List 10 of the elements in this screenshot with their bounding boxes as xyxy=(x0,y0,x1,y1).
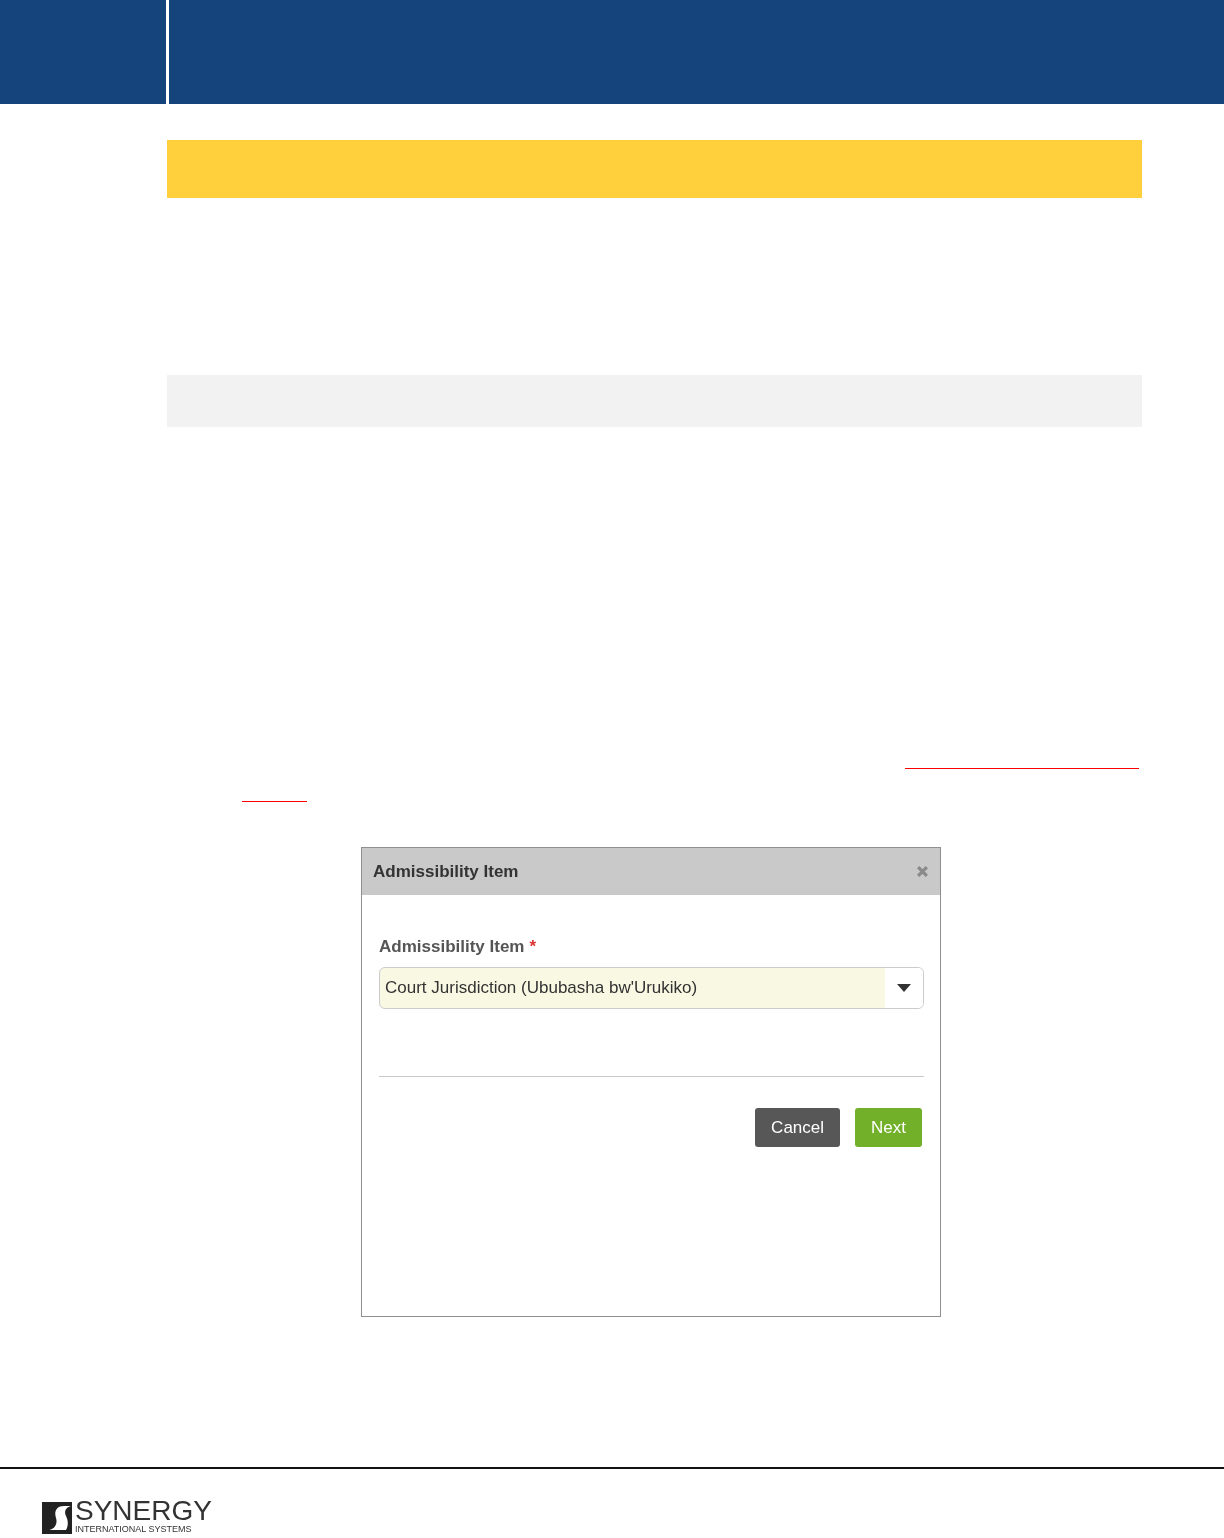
logo-icon xyxy=(42,1502,72,1534)
logo-tagline: INTERNATIONAL SYSTEMS xyxy=(75,1525,193,1534)
required-mark: * xyxy=(529,937,537,957)
logo-name: SYNERGY xyxy=(75,1497,212,1525)
cancel-button[interactable]: Cancel xyxy=(755,1108,841,1147)
field-label: Admissibility Item xyxy=(379,937,525,957)
dropdown-field[interactable]: Court Jurisdiction (Ububasha bw'Urukiko) xyxy=(379,967,924,1009)
caret-icon xyxy=(897,984,911,992)
dialog-title: Admissibility Item xyxy=(373,861,519,882)
close-icon[interactable] xyxy=(916,865,929,878)
